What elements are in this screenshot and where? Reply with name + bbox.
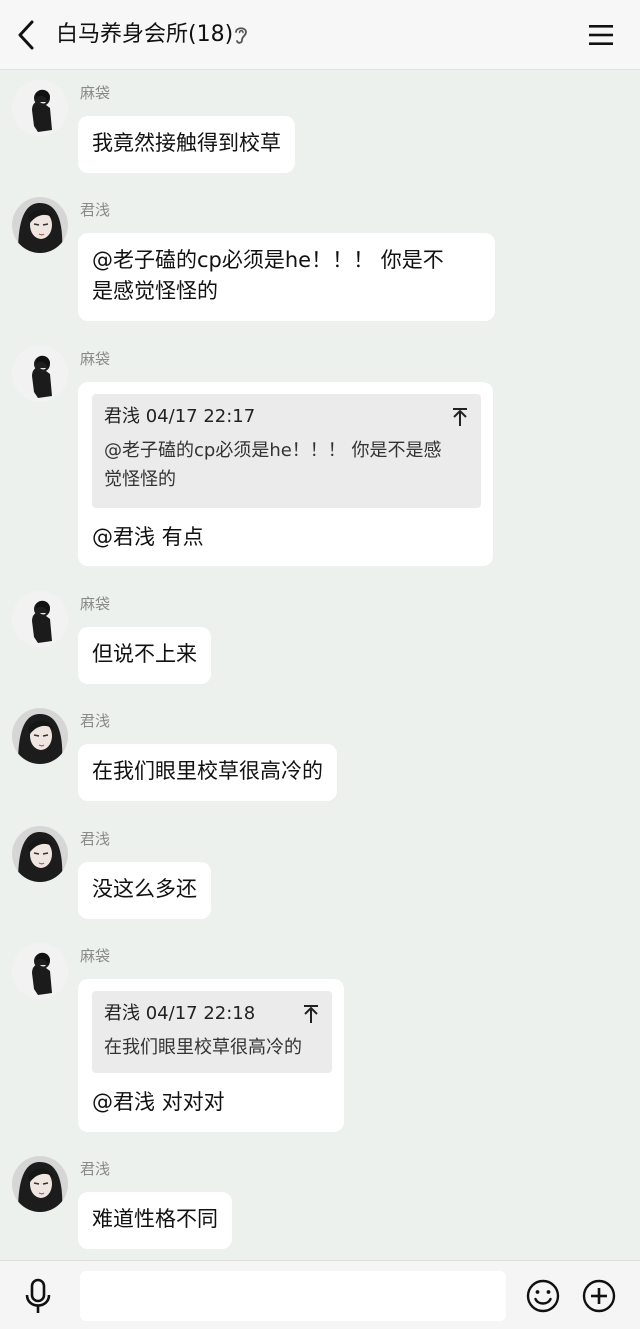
- message-text: 但说不上来: [92, 642, 197, 666]
- quote-body: 在我们眼里校草很高冷的: [104, 1037, 302, 1058]
- ear-icon: [235, 27, 247, 44]
- avatar[interactable]: [12, 708, 68, 764]
- jump-to-original-icon[interactable]: [302, 1003, 320, 1025]
- message-bubble[interactable]: 君浅 04/17 22:18 在我们眼里校草很高冷的 @君浅 对对对: [78, 979, 344, 1132]
- message-bubble[interactable]: 但说不上来: [78, 627, 211, 684]
- message-bubble[interactable]: 君浅 04/17 22:17 @老子磕的cp必须是he！！！ 你是不是感 觉怪怪…: [78, 382, 493, 566]
- chat-header: 白马养身会所(18): [0, 0, 640, 70]
- quoted-message[interactable]: 君浅 04/17 22:18 在我们眼里校草很高冷的: [92, 991, 332, 1073]
- microphone-icon[interactable]: [22, 1277, 54, 1315]
- message-bubble[interactable]: @老子磕的cp必须是he！！！ 你是不 是感觉怪怪的: [78, 233, 495, 321]
- message-bubble[interactable]: 难道性格不同: [78, 1192, 232, 1249]
- chevron-left-icon[interactable]: [12, 17, 42, 53]
- avatar[interactable]: [12, 1156, 68, 1212]
- input-bar: [0, 1260, 640, 1329]
- message-text: 难道性格不同: [92, 1207, 218, 1231]
- message-text: 我竟然接触得到校草: [92, 131, 281, 155]
- quote-author-time: 君浅 04/17 22:17: [104, 406, 256, 427]
- jump-to-original-icon[interactable]: [451, 406, 469, 428]
- sender-name: 麻袋: [80, 84, 111, 102]
- sender-name: 君浅: [80, 201, 111, 219]
- quoted-message[interactable]: 君浅 04/17 22:17 @老子磕的cp必须是he！！！ 你是不是感 觉怪怪…: [92, 394, 481, 508]
- hamburger-menu-icon[interactable]: [586, 20, 616, 50]
- message-text-line: @老子磕的cp必须是he！！！ 你是不: [92, 248, 444, 272]
- sender-name: 君浅: [80, 712, 111, 730]
- sender-name: 麻袋: [80, 350, 111, 368]
- message-text: 在我们眼里校草很高冷的: [92, 759, 323, 783]
- sender-name: 麻袋: [80, 947, 111, 965]
- message-text: 没这么多还: [92, 877, 197, 901]
- avatar[interactable]: [12, 80, 68, 136]
- avatar[interactable]: [12, 826, 68, 882]
- message-text: @君浅 对对对: [92, 1090, 225, 1114]
- quote-body-line: 觉怪怪的: [104, 469, 176, 490]
- plus-circle-icon[interactable]: [581, 1278, 617, 1314]
- quote-body-line: @老子磕的cp必须是he！！！ 你是不是感: [104, 440, 442, 461]
- avatar[interactable]: [12, 943, 68, 999]
- message-text-line: 是感觉怪怪的: [92, 279, 218, 303]
- message-bubble[interactable]: 在我们眼里校草很高冷的: [78, 744, 337, 801]
- sender-name: 君浅: [80, 830, 111, 848]
- chat-title[interactable]: 白马养身会所(18): [56, 18, 233, 52]
- message-input[interactable]: [80, 1271, 506, 1321]
- avatar[interactable]: [12, 346, 68, 402]
- avatar[interactable]: [12, 591, 68, 647]
- avatar[interactable]: [12, 197, 68, 253]
- quote-author-time: 君浅 04/17 22:18: [104, 1003, 256, 1024]
- message-bubble[interactable]: 我竟然接触得到校草: [78, 116, 295, 173]
- message-text: @君浅 有点: [92, 525, 204, 549]
- quote-body: @老子磕的cp必须是he！！！ 你是不是感 觉怪怪的: [104, 436, 469, 494]
- sender-name: 君浅: [80, 1160, 111, 1178]
- message-bubble[interactable]: 没这么多还: [78, 862, 211, 919]
- smiley-icon[interactable]: [525, 1278, 561, 1314]
- message-list[interactable]: 麻袋 我竟然接触得到校草 君浅 @老子磕的cp必须是he！！！ 你是不 是感觉怪…: [0, 70, 640, 1260]
- sender-name: 麻袋: [80, 595, 111, 613]
